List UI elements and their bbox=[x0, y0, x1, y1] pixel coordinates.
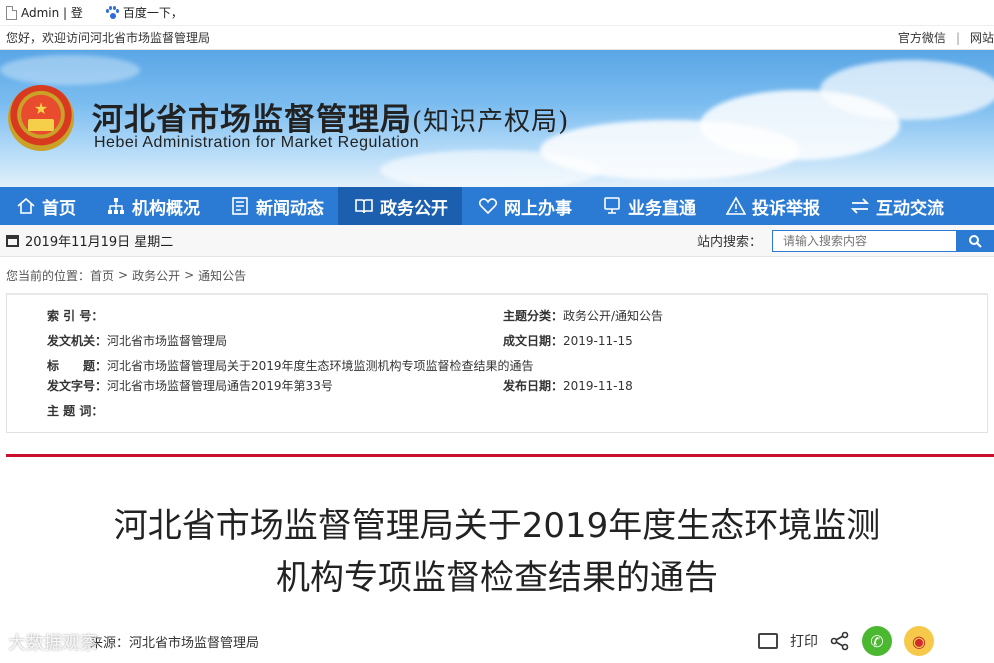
meta-docno-label: 发文字号： bbox=[47, 379, 108, 393]
top-link-separator: | bbox=[955, 30, 960, 45]
breadcrumb-prefix: 您当前的位置： bbox=[6, 268, 91, 283]
nav-home[interactable]: 首页 bbox=[0, 187, 90, 225]
document-icon bbox=[6, 5, 17, 20]
official-wechat-link[interactable]: 官方微信 bbox=[898, 29, 946, 46]
nav-online-service[interactable]: 网上办事 bbox=[462, 187, 586, 225]
heart-icon bbox=[478, 198, 498, 215]
nav-news[interactable]: 新闻动态 bbox=[214, 187, 338, 225]
watermark: 大数据观察 bbox=[8, 633, 98, 654]
bookmark-admin-label: Admin | 登 bbox=[21, 6, 83, 20]
print-link[interactable]: 打印 bbox=[790, 631, 818, 651]
main-nav: 首页 机构概况 新闻动态 政务公开 网上办事 业务直通 投诉举报 互动交流 bbox=[0, 187, 994, 225]
article-divider bbox=[6, 454, 994, 457]
search-input[interactable] bbox=[772, 229, 956, 252]
home-icon bbox=[17, 197, 35, 214]
nav-business[interactable]: 业务直通 bbox=[586, 187, 710, 225]
breadcrumb-sep: > bbox=[184, 268, 195, 282]
site-banner: ★ 河北省市场监督管理局(知识产权局) Hebei Administration… bbox=[0, 50, 994, 187]
meta-keywords: 主 题 词： bbox=[47, 402, 103, 419]
nav-org[interactable]: 机构概况 bbox=[90, 187, 214, 225]
baidu-paw-icon bbox=[105, 5, 119, 20]
warning-icon bbox=[726, 196, 746, 215]
breadcrumb: 您当前的位置： 首页 > 政务公开 > 通知公告 bbox=[0, 257, 994, 293]
site-title-main: 河北省市场监督管理局 bbox=[92, 102, 412, 138]
org-chart-icon bbox=[108, 198, 124, 214]
meta-index-label: 索 引 号： bbox=[47, 309, 104, 323]
top-links: 官方微信 | 网站 bbox=[898, 29, 994, 46]
site-title-sub: (知识产权局) bbox=[412, 107, 570, 137]
search-label: 站内搜索： bbox=[696, 235, 762, 250]
website-link[interactable]: 网站 bbox=[970, 29, 994, 46]
site-title: 河北省市场监督管理局(知识产权局) bbox=[92, 94, 569, 139]
meta-issuer-label: 发文机关： bbox=[47, 334, 108, 348]
meta-published: 发布日期：2019-11-18 bbox=[503, 377, 633, 394]
article-source: 来源：河北省市场监督管理局 bbox=[90, 636, 260, 651]
meta-topic-label: 主题分类： bbox=[503, 309, 564, 323]
calendar-icon bbox=[6, 234, 19, 247]
printer-icon[interactable] bbox=[758, 633, 778, 649]
weibo-share-icon[interactable]: ◉ bbox=[904, 626, 934, 656]
breadcrumb-notices[interactable]: 通知公告 bbox=[198, 267, 246, 284]
site-title-en: Hebei Administration for Market Regulati… bbox=[94, 134, 420, 151]
breadcrumb-home[interactable]: 首页 bbox=[90, 267, 114, 284]
nav-business-label: 业务直通 bbox=[628, 198, 696, 219]
breadcrumb-sep: > bbox=[118, 268, 129, 282]
meta-issuer: 发文机关：河北省市场监督管理局 bbox=[47, 332, 227, 349]
nav-interaction-label: 互动交流 bbox=[876, 198, 944, 219]
meta-title-label: 标 题： bbox=[47, 359, 108, 373]
meta-keywords-label: 主 题 词： bbox=[47, 404, 104, 418]
news-icon bbox=[232, 197, 248, 215]
meta-topic-value: 政务公开/通知公告 bbox=[563, 309, 664, 323]
meta-topic: 主题分类：政务公开/通知公告 bbox=[503, 307, 663, 324]
meta-docno: 发文字号：河北省市场监督管理局通告2019年第33号 bbox=[47, 377, 333, 394]
nav-gov-open-label: 政务公开 bbox=[380, 198, 448, 219]
share-tools: 打印 ✆ ◉ bbox=[758, 626, 934, 656]
meta-published-label: 发布日期： bbox=[503, 379, 564, 393]
meta-created: 成文日期：2019-11-15 bbox=[503, 332, 633, 349]
nav-news-label: 新闻动态 bbox=[256, 198, 324, 219]
national-emblem-logo: ★ bbox=[8, 85, 74, 151]
meta-issuer-value: 河北省市场监督管理局 bbox=[107, 334, 228, 348]
bookmark-admin[interactable]: Admin | 登 bbox=[6, 4, 83, 21]
nav-complaint-label: 投诉举报 bbox=[752, 198, 820, 219]
welcome-text: 您好，欢迎访问河北省市场监督管理局 bbox=[6, 31, 211, 45]
breadcrumb-gov-open[interactable]: 政务公开 bbox=[132, 267, 180, 284]
nav-online-service-label: 网上办事 bbox=[504, 198, 572, 219]
meta-index: 索 引 号： bbox=[47, 307, 103, 324]
meta-published-value: 2019-11-18 bbox=[563, 379, 633, 393]
article-title-line2: 机构专项监督检查结果的通告 bbox=[276, 558, 718, 598]
nav-interaction[interactable]: 互动交流 bbox=[834, 187, 958, 225]
bookmark-baidu-label: 百度一下， bbox=[122, 6, 183, 20]
current-date: 2019年11月19日 星期二 bbox=[6, 231, 173, 250]
wechat-share-icon[interactable]: ✆ bbox=[862, 626, 892, 656]
search-icon bbox=[969, 234, 982, 248]
meta-created-label: 成文日期： bbox=[503, 334, 564, 348]
share-icon[interactable] bbox=[830, 631, 850, 651]
monitor-icon bbox=[604, 197, 620, 214]
document-meta-box: 索 引 号： 主题分类：政务公开/通知公告 发文机关：河北省市场监督管理局 成文… bbox=[6, 293, 988, 433]
search-button[interactable] bbox=[956, 229, 994, 252]
meta-title-value: 河北省市场监督管理局关于2019年度生态环境监测机构专项监督检查结果的通告 bbox=[107, 359, 534, 373]
open-book-icon bbox=[355, 199, 373, 214]
top-bar: 您好，欢迎访问河北省市场监督管理局 官方微信 | 网站 bbox=[0, 26, 994, 50]
exchange-icon bbox=[850, 198, 870, 214]
article-title-line1: 河北省市场监督管理局关于2019年度生态环境监测 bbox=[113, 506, 881, 546]
nav-gov-open[interactable]: 政务公开 bbox=[338, 187, 462, 225]
bookmarks-bar: Admin | 登 百度一下， bbox=[0, 0, 994, 26]
date-search-bar: 2019年11月19日 星期二 站内搜索： bbox=[0, 225, 994, 257]
bookmark-baidu[interactable]: 百度一下， bbox=[105, 4, 183, 21]
current-date-text: 2019年11月19日 星期二 bbox=[25, 235, 174, 250]
meta-title: 标 题：河北省市场监督管理局关于2019年度生态环境监测机构专项监督检查结果的通… bbox=[47, 357, 534, 374]
meta-docno-value: 河北省市场监督管理局通告2019年第33号 bbox=[107, 379, 333, 393]
nav-org-label: 机构概况 bbox=[132, 198, 200, 219]
article-title: 河北省市场监督管理局关于2019年度生态环境监测 机构专项监督检查结果的通告 bbox=[0, 500, 994, 604]
site-search: 站内搜索： bbox=[696, 229, 994, 252]
meta-created-value: 2019-11-15 bbox=[563, 334, 633, 348]
nav-home-label: 首页 bbox=[42, 198, 76, 219]
nav-complaint[interactable]: 投诉举报 bbox=[710, 187, 834, 225]
